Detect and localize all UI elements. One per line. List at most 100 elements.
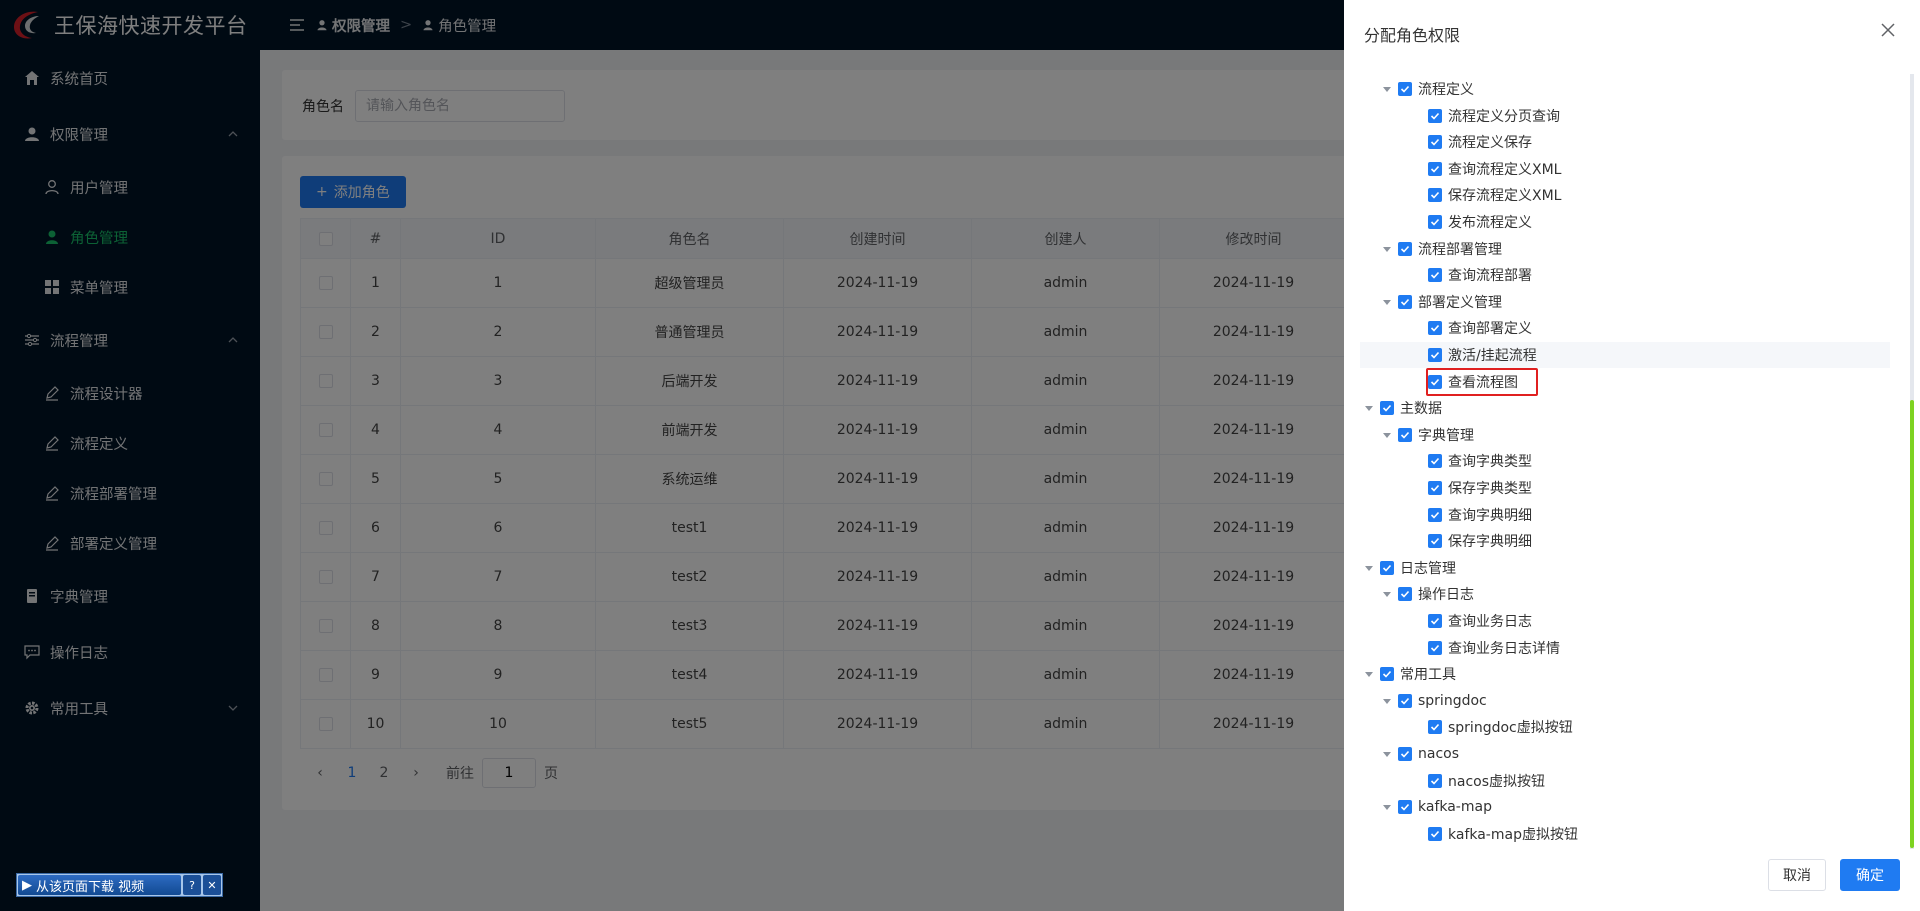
check-icon	[1430, 192, 1440, 200]
close-widget-button[interactable]: ✕	[203, 875, 221, 895]
caret-down-icon[interactable]	[1382, 430, 1392, 440]
checked-checkbox[interactable]	[1398, 693, 1412, 708]
caret-down-icon[interactable]	[1382, 696, 1392, 706]
caret-down-icon[interactable]	[1382, 589, 1392, 599]
tree-node[interactable]: 日志管理	[1364, 555, 1456, 581]
checked-checkbox[interactable]	[1428, 454, 1442, 469]
caret-spacer	[1412, 164, 1422, 174]
caret-down-icon[interactable]	[1382, 297, 1392, 307]
caret-spacer	[1412, 350, 1422, 360]
tree-node[interactable]: kafka-map	[1382, 794, 1492, 820]
tree-node-label: 部署定义管理	[1418, 294, 1502, 311]
tree-node[interactable]: 查询业务日志	[1412, 608, 1532, 634]
tree-node-label: 保存字典类型	[1448, 481, 1532, 497]
help-button[interactable]: ?	[183, 875, 201, 895]
checked-checkbox[interactable]	[1380, 560, 1394, 575]
tree-node-label: 查询业务日志	[1448, 614, 1532, 630]
drawer-title: 分配角色权限	[1364, 26, 1461, 45]
checked-checkbox[interactable]	[1428, 720, 1442, 735]
scrollbar-thumb[interactable]	[1910, 400, 1914, 848]
check-icon	[1382, 671, 1392, 678]
tree-node-label: kafka-map	[1418, 799, 1492, 816]
check-icon	[1400, 85, 1410, 93]
checked-checkbox[interactable]	[1428, 108, 1442, 123]
tree-node[interactable]: 常用工具	[1364, 661, 1456, 687]
checked-checkbox[interactable]	[1398, 241, 1412, 256]
check-icon	[1430, 218, 1440, 226]
check-icon	[1400, 298, 1410, 306]
checked-checkbox[interactable]	[1428, 135, 1442, 150]
checked-checkbox[interactable]	[1380, 401, 1394, 416]
caret-down-icon[interactable]	[1364, 669, 1374, 679]
tree-node-label: 激活/挂起流程	[1448, 348, 1537, 364]
caret-down-icon[interactable]	[1364, 403, 1374, 413]
check-icon	[1400, 591, 1410, 599]
checked-checkbox[interactable]	[1428, 161, 1442, 176]
tree-node-label: 流程部署管理	[1418, 241, 1502, 258]
caret-down-icon[interactable]	[1364, 563, 1374, 573]
tree-node[interactable]: 字典管理	[1382, 422, 1474, 448]
checked-checkbox[interactable]	[1428, 321, 1442, 336]
confirm-button[interactable]: 确定	[1840, 859, 1900, 891]
tree-node[interactable]: 操作日志	[1382, 581, 1474, 607]
download-video-button[interactable]: ▶ 从该页面下载 视频	[18, 875, 181, 895]
tree-node[interactable]: springdoc虚拟按钮	[1412, 714, 1573, 740]
tree-node-label: springdoc虚拟按钮	[1448, 720, 1573, 737]
checked-checkbox[interactable]	[1428, 826, 1442, 841]
tree-node[interactable]: 流程部署管理	[1382, 236, 1502, 262]
close-icon[interactable]	[1878, 20, 1898, 40]
tree-node[interactable]: 保存字典明细	[1412, 528, 1532, 554]
caret-down-icon[interactable]	[1382, 244, 1392, 254]
checked-checkbox[interactable]	[1398, 747, 1412, 761]
checked-checkbox[interactable]	[1428, 348, 1442, 362]
tree-node[interactable]: kafka-map虚拟按钮	[1412, 821, 1578, 847]
checked-checkbox[interactable]	[1428, 640, 1442, 655]
assign-permissions-drawer: 分配角色权限 流程定义 流程定义分页查询流程定义保存查询流程定义XML 保存流程定义…	[1344, 0, 1920, 911]
checked-checkbox[interactable]	[1428, 215, 1442, 229]
tree-node[interactable]: 查询字典明细	[1412, 502, 1532, 528]
cancel-button[interactable]: 取消	[1768, 859, 1826, 891]
tree-node[interactable]: 查询流程部署	[1412, 262, 1532, 288]
tree-node[interactable]: 查询业务日志详情	[1412, 635, 1560, 661]
tree-node[interactable]: 查询字典类型	[1412, 448, 1532, 474]
tree-node-label: 流程定义保存	[1448, 135, 1532, 152]
checked-checkbox[interactable]	[1398, 427, 1412, 442]
checked-checkbox[interactable]	[1428, 268, 1442, 283]
tree-node[interactable]: springdoc	[1382, 688, 1487, 714]
checked-checkbox[interactable]	[1380, 667, 1394, 682]
tree-node[interactable]: 查询流程定义XML	[1412, 156, 1561, 182]
caret-down-icon[interactable]	[1382, 84, 1392, 94]
tree-node[interactable]: 部署定义管理	[1382, 289, 1502, 315]
tree-node[interactable]: nacos虚拟按钮	[1412, 768, 1545, 794]
tree-node[interactable]: 流程定义保存	[1412, 129, 1532, 155]
checked-checkbox[interactable]	[1398, 587, 1412, 602]
tree-node[interactable]: 发布流程定义	[1412, 209, 1532, 235]
checked-checkbox[interactable]	[1428, 773, 1442, 788]
tree-node[interactable]: 主数据	[1364, 395, 1442, 421]
tree-node[interactable]: 激活/挂起流程	[1412, 342, 1537, 368]
check-icon	[1430, 830, 1440, 838]
tree-node[interactable]: 查询部署定义	[1412, 315, 1532, 341]
tree-node-label: 字典管理	[1418, 427, 1474, 444]
highlight-annotation-box	[1426, 367, 1538, 396]
caret-spacer	[1412, 829, 1422, 839]
caret-down-icon[interactable]	[1382, 802, 1392, 812]
check-icon	[1430, 325, 1440, 333]
checked-checkbox[interactable]	[1428, 534, 1442, 549]
checked-checkbox[interactable]	[1398, 82, 1412, 96]
checked-checkbox[interactable]	[1428, 188, 1442, 203]
checked-checkbox[interactable]	[1398, 800, 1412, 815]
checked-checkbox[interactable]	[1398, 294, 1412, 309]
checked-checkbox[interactable]	[1428, 507, 1442, 522]
check-icon	[1400, 750, 1410, 758]
caret-down-icon[interactable]	[1382, 749, 1392, 759]
tree-node[interactable]: nacos	[1382, 741, 1459, 767]
tree-node[interactable]: 保存字典类型	[1412, 475, 1532, 501]
tree-node[interactable]: 保存流程定义XML	[1412, 182, 1561, 208]
tree-node[interactable]: 流程定义	[1382, 76, 1474, 102]
caret-spacer	[1412, 643, 1422, 653]
checked-checkbox[interactable]	[1428, 481, 1442, 495]
tree-node[interactable]: 流程定义分页查询	[1412, 103, 1560, 129]
checked-checkbox[interactable]	[1428, 614, 1442, 628]
tree-node-label: 查询部署定义	[1448, 321, 1532, 338]
